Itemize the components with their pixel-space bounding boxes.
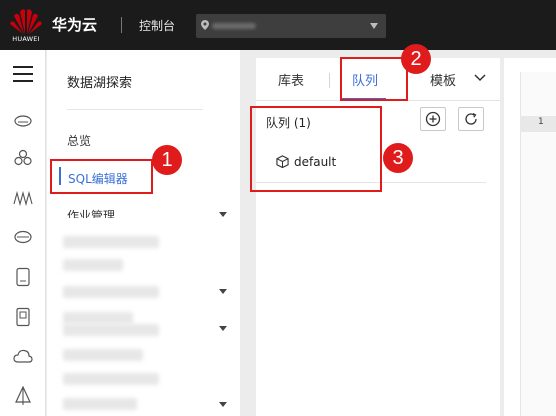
step-badge-1: 1 (152, 145, 182, 175)
nav-item-redacted[interactable] (63, 312, 133, 324)
cluster-icon[interactable] (13, 148, 33, 168)
nav-item-redacted[interactable] (63, 286, 159, 298)
top-bar: HUAWEI 华为云 控制台 (0, 0, 556, 50)
tab-tables[interactable]: 库表 (278, 70, 304, 89)
service-rail (0, 50, 46, 416)
region-name-redacted (212, 23, 256, 29)
nav-item-redacted[interactable] (63, 373, 159, 385)
nav-panel: 数据湖探索 总览 SQL编辑器 作业管理 (47, 50, 240, 416)
service-title: 数据湖探索 (67, 76, 133, 91)
chevron-down-icon (370, 23, 378, 29)
region-selector[interactable] (196, 14, 386, 38)
sql-editor[interactable]: 1 (504, 58, 556, 416)
chevron-down-icon[interactable] (219, 289, 227, 294)
nav-divider (67, 109, 203, 110)
database-icon[interactable] (13, 227, 33, 247)
refresh-button[interactable] (458, 107, 484, 131)
header-divider (121, 17, 122, 33)
cloud-server-icon[interactable] (13, 110, 33, 130)
sail-icon[interactable] (13, 385, 33, 406)
highlight-box-queue-tab (340, 57, 408, 101)
chevron-down-icon[interactable] (219, 212, 227, 217)
location-pin-icon (201, 20, 209, 30)
nav-item-redacted[interactable] (63, 349, 143, 361)
console-link[interactable]: 控制台 (139, 17, 175, 34)
wave-icon[interactable] (13, 188, 33, 208)
nav-item-redacted[interactable] (63, 324, 159, 336)
nav-item-job-management[interactable]: 作业管理 (67, 207, 115, 218)
tab-separator (329, 73, 330, 88)
cloud-icon[interactable] (13, 347, 33, 367)
step-badge-2: 2 (401, 44, 431, 74)
logo-text: HUAWEI (12, 35, 40, 43)
plus-circle-icon (425, 111, 441, 127)
nav-item-redacted[interactable] (63, 236, 159, 248)
highlight-box-sql-editor (50, 159, 153, 194)
chevron-down-icon[interactable] (474, 73, 486, 83)
step-badge-3: 3 (383, 143, 413, 173)
nav-item-overview[interactable]: 总览 (67, 132, 91, 149)
brand-name[interactable]: 华为云 (52, 14, 97, 35)
storage-icon[interactable] (13, 307, 33, 327)
add-queue-button[interactable] (420, 107, 446, 131)
highlight-box-queue-list (250, 106, 382, 192)
nav-item-redacted[interactable] (63, 259, 123, 271)
chevron-down-icon[interactable] (219, 402, 227, 407)
menu-icon[interactable] (13, 66, 33, 82)
nav-item-redacted[interactable] (63, 398, 137, 410)
chevron-down-icon[interactable] (219, 326, 227, 331)
refresh-icon (465, 112, 477, 125)
device-icon[interactable] (13, 267, 33, 287)
line-number: 1 (538, 117, 544, 127)
tab-templates[interactable]: 模板 (430, 70, 456, 89)
